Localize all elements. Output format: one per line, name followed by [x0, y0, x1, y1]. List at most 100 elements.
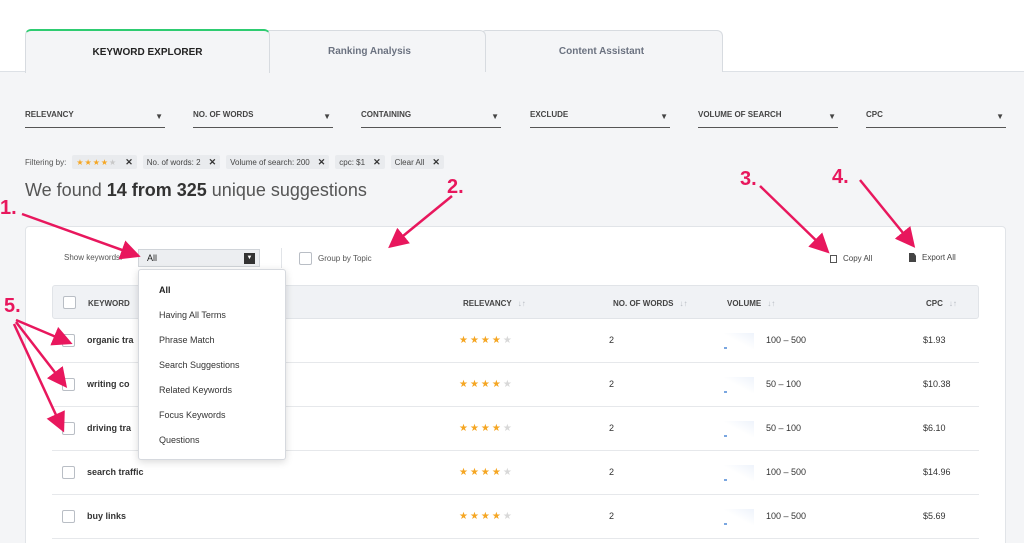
show-keywords-menu: All Having All Terms Phrase Match Search… — [138, 269, 286, 460]
chevron-down-icon: ▼ — [996, 112, 1004, 121]
star-rating: ★★★★★ — [76, 157, 118, 167]
show-keywords-value: All — [147, 253, 158, 263]
volume-cell: 100 – 500 — [766, 335, 807, 345]
show-keywords-select[interactable]: All ▼ — [138, 249, 260, 267]
tab-ranking-analysis[interactable]: Ranking Analysis — [253, 30, 486, 72]
group-by-topic[interactable]: Group by Topic — [299, 252, 372, 265]
words-cell: 2 — [609, 467, 615, 477]
group-by-topic-label: Group by Topic — [318, 254, 372, 263]
cpc-cell: $6.10 — [923, 423, 946, 433]
chevron-down-icon: ▼ — [323, 112, 331, 121]
keyword-cell[interactable]: organic tra — [87, 335, 134, 345]
sort-icon: ↓↑ — [517, 299, 526, 308]
menu-item-focus-keywords[interactable]: Focus Keywords — [139, 403, 285, 428]
row-checkbox[interactable] — [62, 422, 75, 435]
keyword-cell[interactable]: search traffic — [87, 467, 144, 477]
tab-bar: Content Assistant Ranking Analysis KEYWO… — [0, 0, 1024, 73]
star-rating: ★★★★★ — [459, 467, 514, 478]
cpc-cell: $5.69 — [923, 511, 946, 521]
column-keyword-label: KEYWORD — [88, 299, 130, 308]
cpc-filter[interactable]: CPC ▼ — [866, 110, 1006, 128]
close-icon[interactable]: ✕ — [318, 157, 326, 168]
containing-filter[interactable]: CONTAINING ▼ — [361, 110, 501, 128]
cpc-cell: $1.93 — [923, 335, 946, 345]
tab-content-assistant[interactable]: Content Assistant — [480, 30, 723, 72]
file-icon — [909, 253, 916, 262]
column-relevancy[interactable]: RELEVANCY ↓↑ — [463, 299, 526, 308]
close-icon[interactable]: ✕ — [125, 157, 133, 168]
cpc-cell: $10.38 — [923, 379, 951, 389]
volume-filter[interactable]: VOLUME OF SEARCH ▼ — [698, 110, 838, 128]
filter-chip-cpc: cpc: $1 ✕ — [335, 155, 385, 169]
chevron-down-icon: ▼ — [491, 112, 499, 121]
clear-all-chip[interactable]: Clear All ✕ — [390, 155, 444, 169]
menu-item-phrase-match[interactable]: Phrase Match — [139, 328, 285, 353]
row-checkbox[interactable] — [62, 466, 75, 479]
menu-item-questions[interactable]: Questions — [139, 428, 285, 453]
sort-icon: ↓↑ — [679, 299, 688, 308]
cpc-filter-label: CPC — [866, 110, 883, 119]
volume-sparkline — [724, 421, 754, 437]
column-cpc-label: CPC — [926, 299, 943, 308]
words-filter-label: NO. OF WORDS — [193, 110, 254, 119]
chevron-down-icon: ▼ — [828, 112, 836, 121]
sort-icon: ↓↑ — [767, 299, 776, 308]
volume-cell: 100 – 500 — [766, 511, 807, 521]
copy-all-label: Copy All — [843, 254, 873, 263]
summary-count: 14 from 325 — [106, 180, 207, 200]
annotation-5: 5. — [4, 295, 21, 317]
close-icon[interactable]: ✕ — [432, 157, 440, 168]
menu-item-related-keywords[interactable]: Related Keywords — [139, 378, 285, 403]
words-cell: 2 — [609, 335, 615, 345]
table-row: buy links ★★★★★ 2 100 – 500 $5.69 — [52, 495, 979, 539]
star-rating: ★★★★★ — [459, 511, 514, 522]
column-cpc[interactable]: CPC ↓↑ — [926, 299, 957, 308]
summary-suffix: unique suggestions — [206, 180, 367, 200]
containing-filter-label: CONTAINING — [361, 110, 412, 119]
chip-label: Volume of search: 200 — [230, 157, 310, 167]
volume-sparkline — [724, 509, 754, 525]
chip-label: cpc: $1 — [339, 157, 366, 167]
chevron-down-icon: ▼ — [660, 112, 668, 121]
cpc-cell: $14.96 — [923, 467, 951, 477]
menu-item-search-suggestions[interactable]: Search Suggestions — [139, 353, 285, 378]
annotation-2: 2. — [447, 176, 464, 198]
exclude-filter[interactable]: EXCLUDE ▼ — [530, 110, 670, 128]
menu-item-having-all-terms[interactable]: Having All Terms — [139, 303, 285, 328]
words-filter[interactable]: NO. OF WORDS ▼ — [193, 110, 333, 128]
results-summary: We found 14 from 325 unique suggestions — [25, 180, 367, 201]
show-keywords-label: Show keywords: — [64, 253, 123, 262]
tab-keyword-explorer[interactable]: KEYWORD EXPLORER — [25, 29, 270, 73]
words-cell: 2 — [609, 423, 615, 433]
copy-all-button[interactable]: Copy All — [830, 254, 872, 263]
row-checkbox[interactable] — [62, 510, 75, 523]
divider — [281, 248, 282, 268]
star-rating: ★★★★★ — [459, 335, 514, 346]
keyword-cell[interactable]: writing co — [87, 379, 130, 389]
close-icon[interactable]: ✕ — [209, 157, 217, 168]
select-all-checkbox[interactable] — [63, 296, 76, 309]
column-volume[interactable]: VOLUME ↓↑ — [727, 299, 775, 308]
row-checkbox[interactable] — [62, 378, 75, 391]
words-cell: 2 — [609, 511, 615, 521]
row-checkbox[interactable] — [62, 334, 75, 347]
export-all-button[interactable]: Export All — [909, 253, 956, 262]
keyword-cell[interactable]: buy links — [87, 511, 126, 521]
menu-item-all[interactable]: All — [139, 278, 285, 303]
relevancy-filter[interactable]: RELEVANCY ▼ — [25, 110, 165, 128]
volume-filter-label: VOLUME OF SEARCH — [698, 110, 782, 119]
annotation-1: 1. — [0, 197, 17, 219]
column-words[interactable]: NO. OF WORDS ↓↑ — [613, 299, 687, 308]
filter-row: RELEVANCY ▼ NO. OF WORDS ▼ CONTAINING ▼ EXC… — [25, 110, 1007, 130]
volume-cell: 100 – 500 — [766, 467, 807, 477]
relevancy-filter-label: RELEVANCY — [25, 110, 74, 119]
column-relevancy-label: RELEVANCY — [463, 299, 512, 308]
chevron-down-icon: ▼ — [155, 112, 163, 121]
filter-chip-volume: Volume of search: 200 ✕ — [226, 155, 330, 169]
column-keyword[interactable]: KEYWORD — [88, 299, 130, 308]
group-by-topic-checkbox[interactable] — [299, 252, 312, 265]
volume-cell: 50 – 100 — [766, 379, 802, 389]
keyword-cell[interactable]: driving tra — [87, 423, 131, 433]
filter-chip-relevancy: ★★★★★ ✕ — [72, 155, 137, 169]
close-icon[interactable]: ✕ — [373, 157, 381, 168]
